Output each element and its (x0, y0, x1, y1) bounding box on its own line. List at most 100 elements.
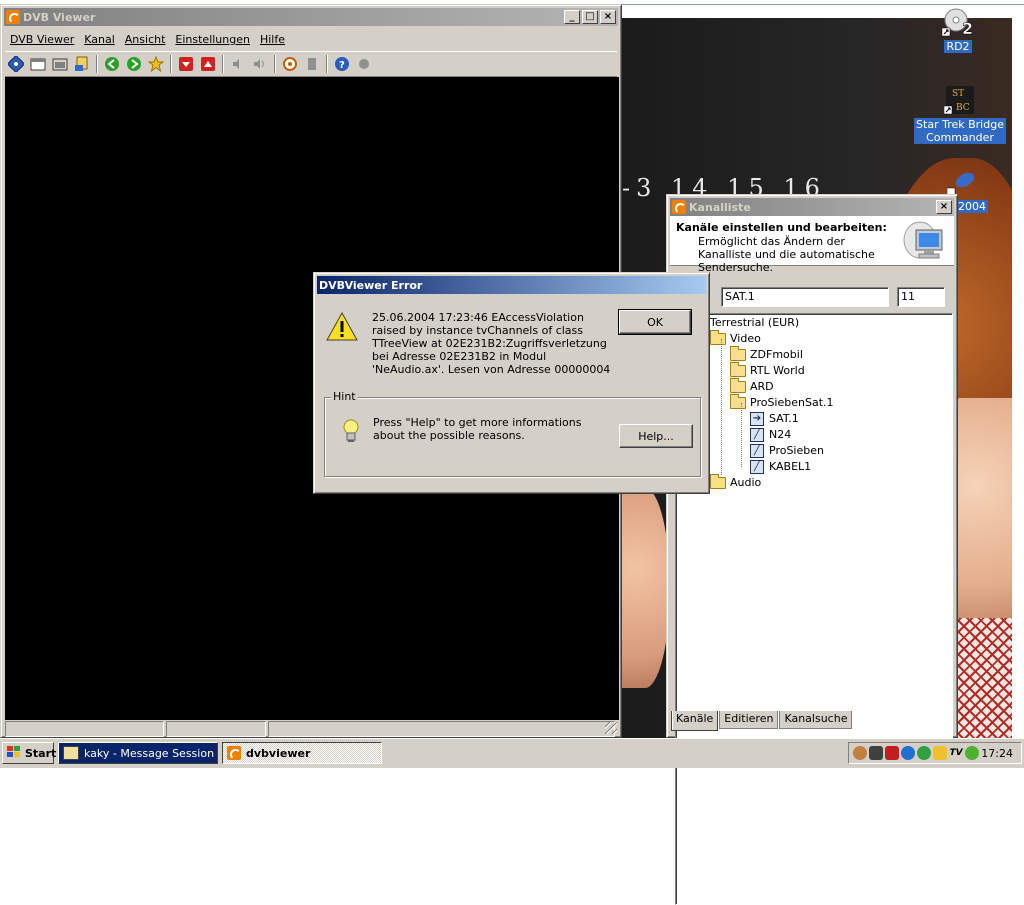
tree-channel-n24[interactable]: ╱ N24 (750, 427, 791, 443)
close-button[interactable]: × (936, 200, 952, 214)
folder-icon (730, 362, 746, 377)
window-edge-line (620, 4, 1024, 5)
dvbviewer-titlebar[interactable]: DVB Viewer _ □ × (4, 8, 618, 26)
taskbar-button-message-session[interactable]: kaky - Message Session (58, 742, 218, 764)
ok-button[interactable]: OK (618, 309, 692, 335)
tree-folder-video[interactable]: Video (710, 330, 761, 347)
tree-channel-prosieben[interactable]: ╱ ProSieben (750, 443, 824, 459)
warning-icon (326, 311, 358, 346)
error-message: 25.06.2004 17:23:46 EAccessViolation rai… (372, 311, 611, 376)
tab-editieren[interactable]: Editieren (719, 711, 779, 729)
kanalliste-header-title: Kanäle einstellen und bearbeiten: (676, 221, 887, 234)
folder-icon (730, 346, 746, 361)
firewall-tray-icon[interactable] (885, 746, 899, 760)
menu-dvbviewer[interactable]: DVB Viewer (5, 31, 79, 49)
dvbviewer-app-icon (227, 746, 241, 760)
tree-root-terrestrial[interactable]: Terrestrial (EUR) (710, 315, 799, 331)
desktop-icon-star-trek[interactable]: ST BC Star Trek Bridge Commander (914, 84, 1006, 144)
menu-kanal[interactable]: Kanal (79, 31, 120, 49)
help-button[interactable]: Help... (619, 424, 693, 448)
epg-icon[interactable] (72, 54, 92, 74)
start-label: Start (25, 746, 57, 760)
status-panel (166, 721, 267, 737)
stop-icon[interactable] (354, 54, 374, 74)
display-tray-icon[interactable] (933, 746, 947, 760)
channel-tree[interactable]: Terrestrial (EUR) Video ZDFmobil RTL Wor… (675, 313, 953, 905)
globe-tray-icon[interactable] (901, 746, 915, 760)
dvbviewer-statusbar (5, 721, 617, 739)
network-tray-icon[interactable] (869, 746, 883, 760)
desktop-icon-label: RD2 (944, 40, 972, 53)
tree-folder-rtl-world[interactable]: RTL World (730, 362, 805, 379)
monkey-tray-icon[interactable] (853, 746, 867, 760)
folder-icon (710, 474, 726, 489)
star-trek-game-icon: ST BC (943, 84, 976, 116)
forward-arrow-icon[interactable] (124, 54, 144, 74)
tab-kanaele[interactable]: Kanäle (671, 711, 719, 731)
dvbviewer-app-icon (6, 10, 20, 24)
dvbviewer-toolbar: ? (5, 51, 617, 77)
tv-channel-icon: ╱ (750, 460, 764, 474)
svg-text:2: 2 (962, 19, 973, 38)
wallpaper-face (620, 488, 670, 688)
resize-grip-icon[interactable] (605, 722, 617, 734)
record-icon[interactable] (280, 54, 300, 74)
folder-icon (730, 378, 746, 393)
tv-tray-icon[interactable]: TV (949, 746, 963, 760)
channel-list-icon[interactable] (6, 54, 26, 74)
hint-text: Press "Help" to get more informations ab… (373, 416, 582, 442)
menu-einstellungen[interactable]: Einstellungen (170, 31, 255, 49)
desktop-icon-label: 2004 (956, 200, 988, 213)
status-panel (5, 721, 165, 737)
kanalliste-header-desc: Ermöglicht das Ändern der Kanalliste und… (698, 235, 875, 274)
menu-hilfe[interactable]: Hilfe (255, 31, 290, 49)
timeshift-icon[interactable] (302, 54, 322, 74)
system-tray: TV 17:24 (848, 742, 1022, 764)
tree-folder-audio[interactable]: Audio (710, 474, 761, 491)
tree-channel-kabel1[interactable]: ╱ KABEL1 (750, 459, 811, 475)
maximize-button[interactable]: □ (582, 10, 598, 24)
minimize-button[interactable]: _ (564, 10, 580, 24)
svg-text:BC: BC (956, 103, 970, 113)
volume-down-icon[interactable] (228, 54, 248, 74)
menu-ansicht[interactable]: Ansicht (120, 31, 171, 49)
desktop-icon-rd2[interactable]: 2 RD2 (912, 6, 1004, 53)
tab-kanalsuche[interactable]: Kanalsuche (779, 711, 853, 729)
volume-up-icon[interactable] (250, 54, 270, 74)
dvbviewer-menubar: DVB Viewer Kanal Ansicht Einstellungen H… (5, 31, 290, 49)
start-button[interactable]: Start (2, 742, 57, 764)
close-button[interactable]: × (600, 10, 616, 24)
folder-icon (710, 330, 726, 345)
help-icon[interactable]: ? (332, 54, 352, 74)
cd-disc-icon: 2 (941, 6, 974, 38)
taskbar-button-dvbviewer[interactable]: dvbviewer (222, 742, 382, 764)
tv-channel-icon: ╱ (750, 444, 764, 458)
svg-text:?: ? (339, 60, 345, 71)
tree-folder-prosiebensat1[interactable]: ProSiebenSat.1 (730, 394, 834, 411)
channel-number-field[interactable]: 11 (897, 287, 945, 307)
clock[interactable]: 17:24 (981, 747, 1013, 760)
desktop-icon-label: Star Trek Bridge Commander (914, 118, 1006, 144)
tree-folder-zdfmobil[interactable]: ZDFmobil (730, 346, 803, 363)
hint-label: Hint (331, 390, 358, 403)
back-arrow-icon[interactable] (102, 54, 122, 74)
internet-tray-icon[interactable] (917, 746, 931, 760)
channel-name-field[interactable]: SAT.1 (721, 287, 889, 307)
svg-text:ST: ST (952, 89, 964, 99)
kanalliste-app-icon (672, 200, 686, 214)
kanalliste-header: Kanäle einstellen und bearbeiten: Ermögl… (670, 216, 954, 274)
message-window-icon (63, 746, 79, 760)
messenger-tray-icon[interactable] (965, 746, 979, 760)
tree-channel-sat1[interactable]: ➔ SAT.1 (750, 411, 799, 427)
channel-up-icon[interactable] (198, 54, 218, 74)
tree-folder-ard[interactable]: ARD (730, 378, 774, 395)
favorites-star-icon[interactable] (146, 54, 166, 74)
fullscreen-icon[interactable] (50, 54, 70, 74)
dvbviewer-title: DVB Viewer (23, 10, 96, 24)
error-dialog-titlebar[interactable]: DVBViewer Error (317, 276, 706, 294)
channel-down-icon[interactable] (176, 54, 196, 74)
hint-groupbox: Hint Press "Help" to get more informatio… (324, 390, 701, 477)
kanalliste-titlebar[interactable]: Kanalliste × (670, 198, 954, 216)
window-mode-icon[interactable] (28, 54, 48, 74)
lightbulb-icon (341, 418, 361, 447)
